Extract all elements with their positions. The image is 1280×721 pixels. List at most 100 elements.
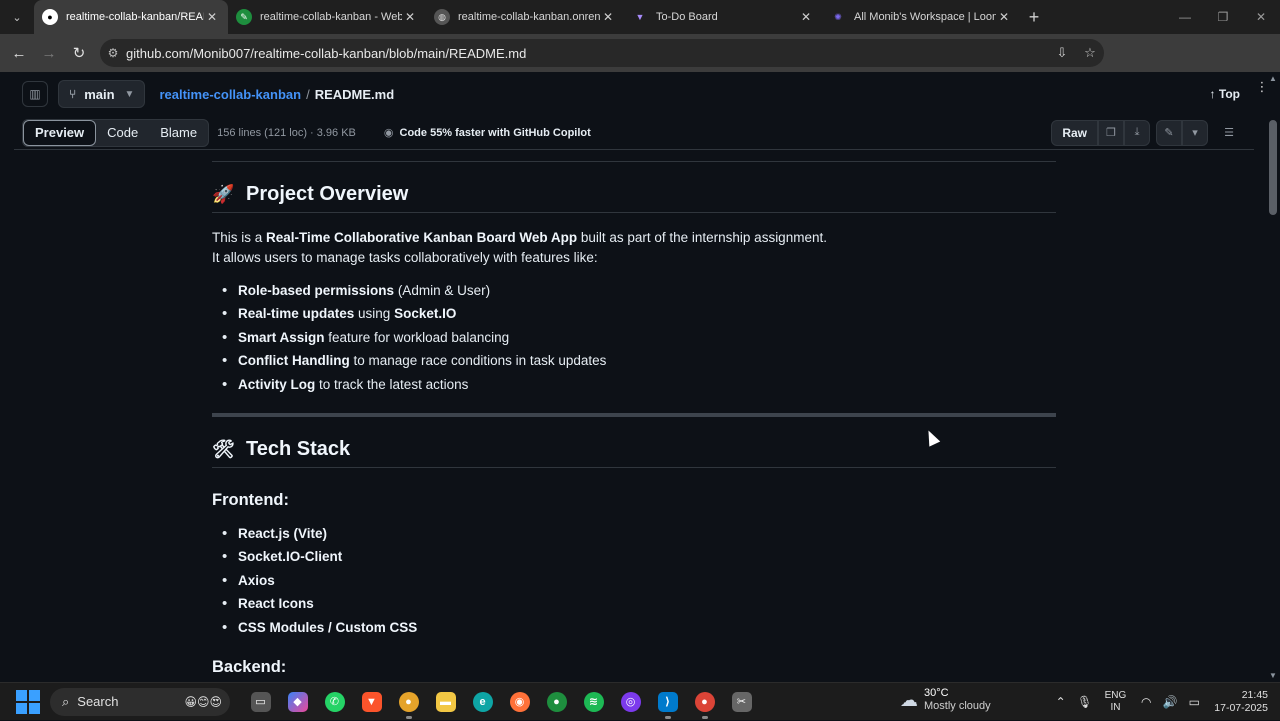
bookmark-star-icon[interactable]: ☆ (1076, 45, 1104, 61)
back-icon[interactable]: ← (4, 45, 34, 62)
repo-header: ▥ ⑂ main ▼ realtime-collab-kanban / README… (14, 72, 1254, 116)
file-meta: 156 lines (121 loc) · 3.96 KB (217, 126, 356, 139)
clock[interactable]: 21:45 17-07-2025 (1214, 689, 1268, 715)
git-branch-icon: ⑂ (69, 87, 77, 101)
blame-tab[interactable]: Blame (149, 120, 208, 146)
list-item: Real-time updates using Socket.IO (222, 302, 606, 326)
chrome-beta-icon[interactable]: ● (538, 683, 575, 721)
chrome-profile-icon[interactable]: ● (686, 683, 723, 721)
taskbar-apps: ▭ ◆ ✆ ▼ ● ▬ e ◉ ● ≋ ◎ ⟩ ● ✂ (242, 683, 760, 721)
url-text[interactable]: github.com/Monib007/realtime-collab-kanb… (126, 46, 1048, 61)
section-divider (212, 413, 1056, 417)
close-icon[interactable]: ✕ (798, 10, 814, 24)
vscode-icon[interactable]: ⟩ (649, 683, 686, 721)
file-name: README.md (314, 86, 395, 102)
repo-link[interactable]: realtime-collab-kanban (159, 87, 301, 102)
tab-title: realtime-collab-kanban/README.m (66, 11, 204, 23)
site-info-icon[interactable]: ⚙ (100, 46, 126, 60)
address-bar[interactable]: ⚙ github.com/Monib007/realtime-collab-ka… (100, 39, 1104, 67)
battery-icon[interactable]: ▭ (1182, 695, 1206, 709)
forward-icon[interactable]: → (34, 45, 64, 62)
tab-search-icon[interactable]: ⌄ (0, 0, 34, 34)
firefox-icon[interactable]: ◉ (501, 683, 538, 721)
weather-temp: 30°C (924, 687, 949, 699)
copilot-promo[interactable]: ◉ Code 55% faster with GitHub Copilot (384, 126, 591, 140)
list-item: React Icons (222, 592, 417, 616)
close-icon[interactable]: ✕ (204, 10, 220, 24)
chevron-up-icon[interactable]: ⌃ (1049, 695, 1073, 709)
taskbar: ⌕ Search 😀😊😍 ▭ ◆ ✆ ▼ ● ▬ e ◉ ● ≋ ◎ ⟩ ● ✂… (0, 682, 1280, 720)
tab-title: realtime-collab-kanban.onrend (458, 11, 600, 23)
tab-title: To-Do Board (656, 11, 718, 23)
close-icon[interactable]: ✕ (600, 10, 616, 24)
scroll-up-icon[interactable]: ▲ (1268, 74, 1278, 83)
reload-icon[interactable]: ↻ (64, 44, 94, 62)
list-item: React.js (Vite) (222, 522, 417, 546)
feature-list: Role-based permissions (Admin & User) Re… (222, 279, 606, 397)
install-app-icon[interactable]: ⇩ (1048, 45, 1076, 61)
windows-start-icon[interactable] (16, 689, 40, 714)
taskbar-search[interactable]: ⌕ Search 😀😊😍 (50, 687, 230, 716)
edit-pencil-icon[interactable]: ✎ (1156, 119, 1182, 146)
maximize-icon[interactable]: ❐ (1204, 0, 1242, 34)
tab-readme[interactable]: ● realtime-collab-kanban/README.m ✕ (34, 0, 228, 34)
preview-tab[interactable]: Preview (23, 119, 97, 146)
search-highlight-icon: 😀😊😍 (184, 694, 222, 709)
tab-onrender[interactable]: ◍ realtime-collab-kanban.onrend ✕ (426, 0, 624, 34)
frontend-heading: Frontend: (212, 491, 289, 509)
tab-todo-board[interactable]: ▼ To-Do Board ✕ (624, 0, 822, 34)
close-icon[interactable]: ✕ (996, 10, 1012, 24)
chevron-down-icon: ▼ (124, 88, 135, 100)
weather-widget[interactable]: ☁ 30°C Mostly cloudy (900, 687, 991, 713)
spotify-icon[interactable]: ≋ (575, 683, 612, 721)
top-link[interactable]: ↑ Top (1210, 87, 1240, 101)
heading-underline (212, 467, 1056, 468)
tab-loom[interactable]: ✺ All Monib's Workspace | Loom ✕ (822, 0, 1020, 34)
volume-icon[interactable]: 🔊 (1158, 695, 1182, 709)
list-item: Role-based permissions (Admin & User) (222, 279, 606, 303)
tab-web[interactable]: ✎ realtime-collab-kanban - Web ✕ (228, 0, 426, 34)
tab-title: All Monib's Workspace | Loom (854, 11, 996, 23)
breadcrumb: realtime-collab-kanban / README.md (159, 87, 394, 102)
close-window-icon[interactable]: ✕ (1242, 0, 1280, 34)
system-tray: ⌃ 🎙 ENG IN ◠ 🔊 ▭ 21:45 17-07-2025 (1049, 683, 1280, 721)
scroll-down-icon[interactable]: ▼ (1268, 671, 1278, 680)
copy-icon[interactable]: ❐ (1098, 119, 1124, 146)
scrollbar-thumb[interactable] (1269, 120, 1277, 215)
branch-name: main (84, 86, 115, 102)
file-explorer-icon[interactable]: ▬ (427, 683, 464, 721)
overview-heading: 🚀 Project Overview (212, 183, 409, 205)
chrome-web-icon: ✎ (236, 9, 252, 25)
arrow-up-icon: ↑ (1209, 87, 1219, 101)
readme-content: 🚀 Project Overview This is a Real-Time C… (14, 150, 1254, 682)
tech-stack-heading: 🛠 Tech Stack (212, 438, 351, 460)
left-gutter (0, 72, 14, 682)
branch-selector[interactable]: ⑂ main ▼ (58, 80, 146, 108)
minimize-icon[interactable]: — (1166, 0, 1204, 34)
code-tab[interactable]: Code (96, 120, 149, 146)
raw-button[interactable]: Raw (1051, 119, 1098, 146)
brave-icon[interactable]: ▼ (353, 683, 390, 721)
frontend-list: React.js (Vite) Socket.IO-Client Axios R… (222, 522, 417, 639)
snipping-tool-icon[interactable]: ✂ (723, 683, 760, 721)
page-scrollbar[interactable]: ▲ ▼ (1266, 72, 1280, 682)
close-icon[interactable]: ✕ (402, 10, 418, 24)
github-desktop-icon[interactable]: ◎ (612, 683, 649, 721)
wifi-icon[interactable]: ◠ (1134, 695, 1158, 709)
file-actions: Raw ❐ ⤓ ✎ ▾ ☰ (1051, 119, 1242, 146)
new-tab-button[interactable]: + (1020, 7, 1048, 28)
globe-icon: ◍ (434, 9, 450, 25)
list-item: Socket.IO-Client (222, 545, 417, 569)
sidebar-toggle-icon[interactable]: ▥ (22, 81, 48, 107)
copilot-app-icon[interactable]: ◆ (279, 683, 316, 721)
list-item: Activity Log to track the latest actions (222, 373, 606, 397)
microphone-icon[interactable]: 🎙 (1073, 695, 1097, 709)
language-indicator[interactable]: ENG IN (1105, 690, 1127, 714)
download-icon[interactable]: ⤓ (1124, 119, 1150, 146)
chrome-icon[interactable]: ● (390, 683, 427, 721)
edge-icon[interactable]: e (464, 683, 501, 721)
outline-list-icon[interactable]: ☰ (1216, 120, 1242, 146)
chevron-down-icon[interactable]: ▾ (1182, 119, 1208, 146)
task-view-icon[interactable]: ▭ (242, 683, 279, 721)
whatsapp-icon[interactable]: ✆ (316, 683, 353, 721)
